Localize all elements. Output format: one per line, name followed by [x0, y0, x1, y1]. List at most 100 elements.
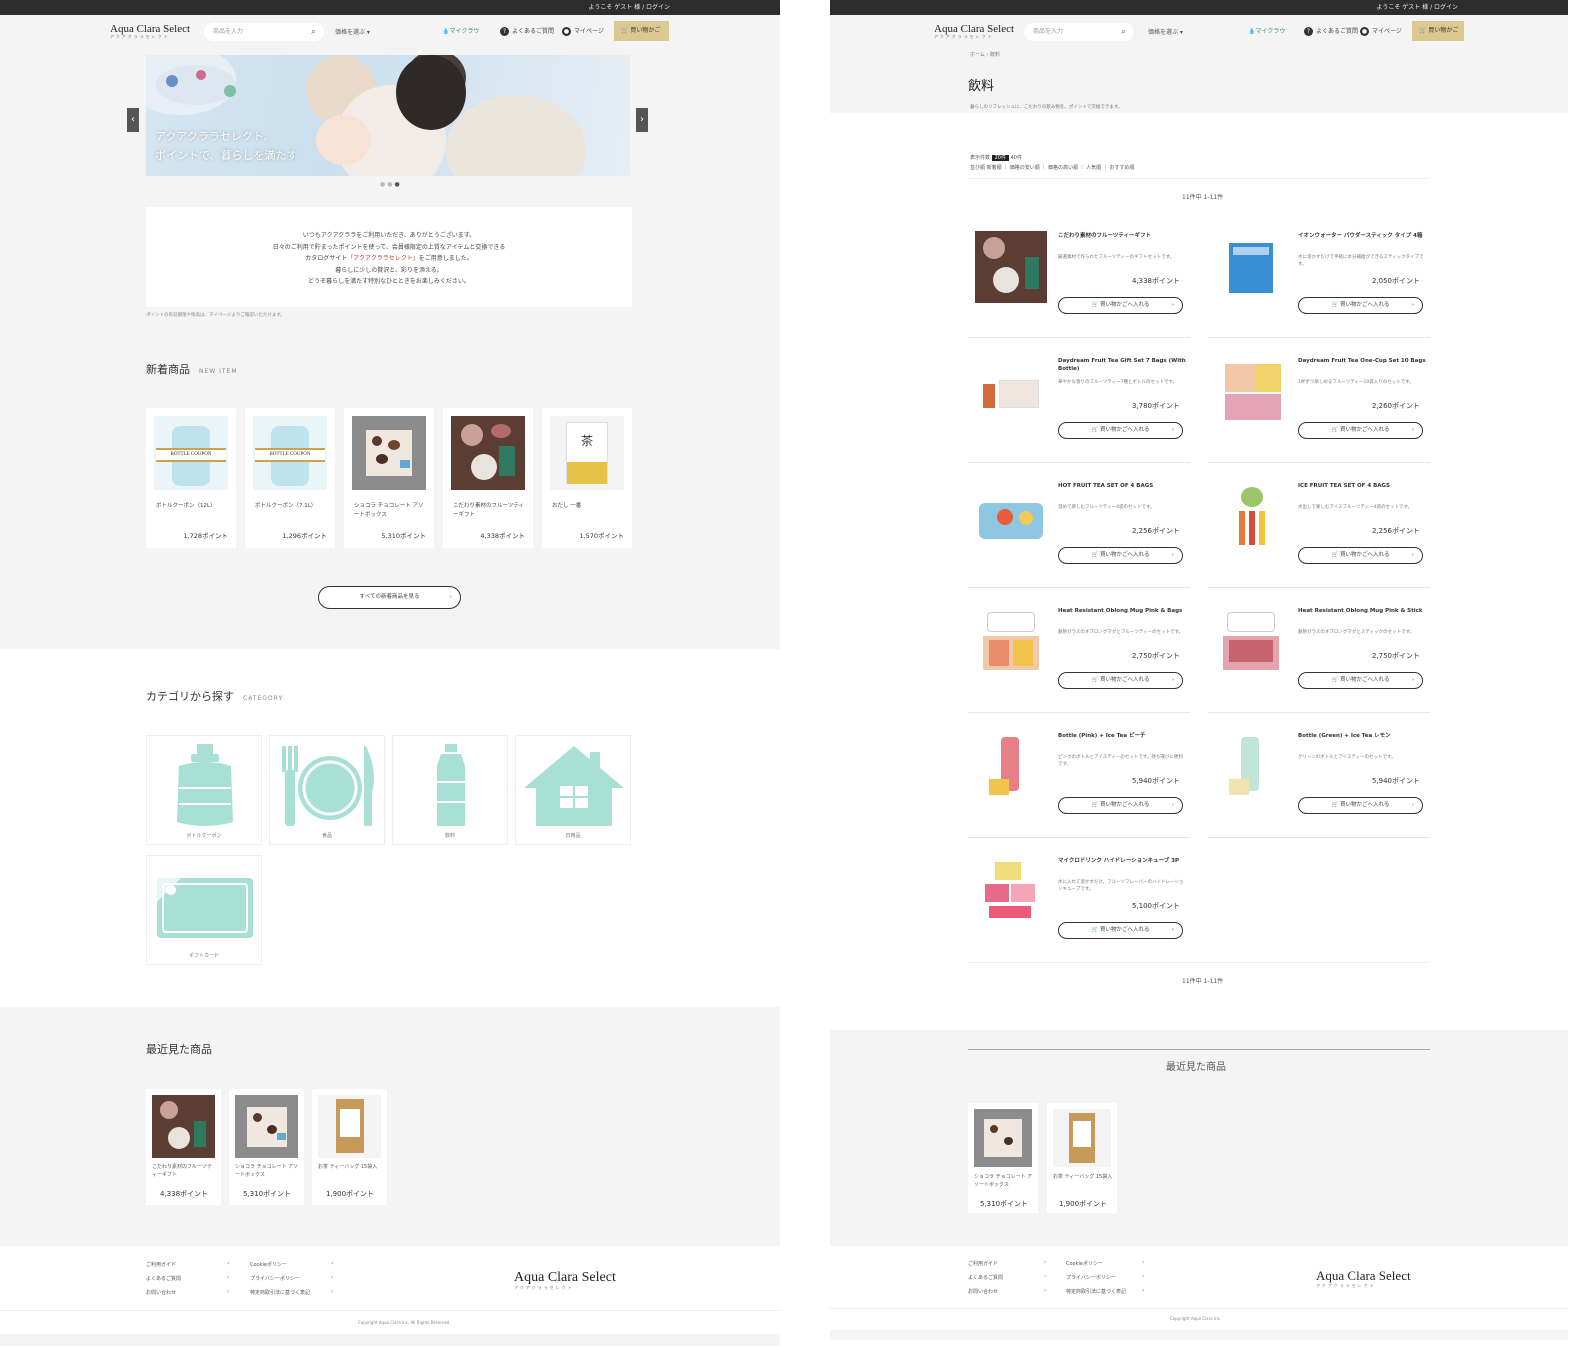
product-image[interactable] — [1215, 481, 1287, 553]
add-to-cart-button[interactable]: 🛒 買い物かごへ入れる › — [1058, 547, 1183, 564]
add-to-cart-button[interactable]: 🛒 買い物かごへ入れる › — [1058, 672, 1183, 689]
mypage-link[interactable]: ● マイページ — [562, 26, 604, 36]
footer-link[interactable]: 特定商取引法に基づく表記 — [1066, 1288, 1126, 1295]
footer-logo[interactable]: Aqua Clara Select アクアクララセレクト — [1316, 1268, 1411, 1289]
site-logo[interactable]: Aqua Clara Select アクアクララセレクト — [934, 23, 1014, 40]
footer-link[interactable]: 特定商取引法に基づく表記 — [250, 1289, 310, 1296]
my-point-link[interactable]: 💧マイクラウ — [1248, 26, 1285, 35]
mypage-link[interactable]: ● マイページ — [1360, 26, 1402, 36]
per-page-40-option[interactable]: 40件 — [1011, 155, 1022, 161]
product-image[interactable] — [1215, 731, 1287, 803]
product-name[interactable]: Heat Resistant Oblong Mug Pink & Stick — [1298, 607, 1426, 615]
category-drinks[interactable]: 飲料 — [392, 735, 508, 845]
product-card[interactable]: Heat Resistant Oblong Mug Pink & Stick 耐熱… — [1208, 600, 1430, 713]
product-card[interactable]: Daydream Fruit Tea One-Cup Set 10 Bags 1杯… — [1208, 350, 1430, 463]
footer-link[interactable]: プライバシーポリシー — [1066, 1274, 1116, 1281]
product-image[interactable] — [975, 481, 1047, 553]
sort-options[interactable]: 新着順 ｜ 価格の安い順 ｜ 価格の高い順 ｜ 人気順 ｜ おすすめ順 — [987, 165, 1135, 171]
add-to-cart-button[interactable]: 🛒 買い物かごへ入れる › — [1058, 797, 1183, 814]
per-page-20-option[interactable]: 20件 — [991, 155, 1009, 161]
slider-next-button[interactable]: › — [636, 108, 648, 132]
category-food[interactable]: 食品 — [269, 735, 385, 845]
category-gift-card[interactable]: ギフトカード — [146, 855, 262, 965]
product-image[interactable] — [1215, 231, 1287, 303]
search-input[interactable]: 商品を入力 ⌕ — [204, 23, 324, 41]
product-card[interactable]: こだわり素材のフルーツティーギフト 4,338ポイント — [443, 408, 533, 548]
search-input[interactable]: 商品を入力 ⌕ — [1024, 23, 1134, 41]
price-select[interactable]: 価格を選ぶ ▾ — [1148, 27, 1183, 36]
cart-icon: 🛒 — [1331, 427, 1341, 433]
view-all-new-items-button[interactable]: すべての新着商品を見る › — [318, 586, 461, 609]
footer-link[interactable]: ご利用ガイド — [146, 1261, 176, 1268]
footer-link[interactable]: プライバシーポリシー — [250, 1275, 300, 1282]
product-card[interactable]: ショコラ チョコレート アソートボックス 5,310ポイント — [344, 408, 434, 548]
footer-logo[interactable]: Aqua Clara Select アクアクララセレクト — [514, 1270, 616, 1291]
product-image[interactable] — [1215, 356, 1287, 428]
faq-link[interactable]: ? よくあるご質問 — [1304, 26, 1358, 36]
product-name[interactable]: Daydream Fruit Tea Gift Set 7 Bags (With… — [1058, 357, 1186, 373]
recent-item-card[interactable]: ショコラ チョコレート アソートボックス 5,310ポイント — [968, 1103, 1038, 1213]
slider-dots[interactable]: ●●● — [380, 181, 402, 188]
product-card[interactable]: BOTTLE COUPON ボトルクーポン（12L） 1,728ポイント — [146, 408, 236, 548]
recent-item-card[interactable]: お茶 ティーバッグ 15袋入 1,900ポイント — [312, 1089, 387, 1205]
product-card[interactable]: Daydream Fruit Tea Gift Set 7 Bags (With… — [968, 350, 1190, 463]
my-point-link[interactable]: 💧マイクラウ — [442, 26, 479, 35]
product-image[interactable] — [975, 606, 1047, 678]
add-to-cart-button[interactable]: 🛒 買い物かごへ入れる › — [1298, 547, 1423, 564]
footer-link[interactable]: よくあるご質問 — [146, 1275, 181, 1282]
add-to-cart-button[interactable]: 🛒 買い物かごへ入れる › — [1298, 297, 1423, 314]
footer-link[interactable]: お問い合わせ — [968, 1288, 998, 1295]
hero-banner[interactable]: アクアクララセレクト。 ポイントで、暮らしを満たす — [146, 55, 630, 176]
footer-link[interactable]: ご利用ガイド — [968, 1260, 998, 1267]
product-name[interactable]: Bottle (Pink) + Ice Tea ピーチ — [1058, 732, 1186, 740]
footer-link[interactable]: Cookieポリシー — [250, 1261, 287, 1268]
category-daily-goods[interactable]: 日用品 — [515, 735, 631, 845]
recent-item-card[interactable]: こだわり素材のフルーツティーギフト 4,338ポイント — [146, 1089, 221, 1205]
category-bottle-coupon[interactable]: ボトルクーポン — [146, 735, 262, 845]
product-card[interactable]: Bottle (Pink) + Ice Tea ピーチ ピンクのボトルとアイスティ… — [968, 725, 1190, 838]
product-card[interactable]: ICE FRUIT TEA SET OF 4 BAGS 水出しで楽しむアイスフルー… — [1208, 475, 1430, 588]
product-card[interactable]: Bottle (Green) + Ice Tea レモン グリーンのボトルとアイス… — [1208, 725, 1430, 838]
product-image[interactable] — [975, 856, 1047, 928]
price-select[interactable]: 価格を選ぶ ▾ — [335, 27, 370, 36]
product-card[interactable]: BOTTLE COUPON ボトルクーポン（7.1L） 1,296ポイント — [245, 408, 335, 548]
product-name[interactable]: HOT FRUIT TEA SET OF 4 BAGS — [1058, 482, 1186, 490]
product-name[interactable]: こだわり素材のフルーツティーギフト — [1058, 232, 1186, 240]
product-card[interactable]: マイクロドリンク ハイドレーションキューブ 3P 水に入れて溶かすだけ。フルーツフ… — [968, 850, 1190, 963]
breadcrumb[interactable]: ホーム › 飲料 — [970, 51, 1000, 58]
product-name[interactable]: Daydream Fruit Tea One-Cup Set 10 Bags — [1298, 357, 1426, 365]
product-card[interactable]: Heat Resistant Oblong Mug Pink & Bags 耐熱ガ… — [968, 600, 1190, 713]
cart-button[interactable]: 🛒 買い物かご — [614, 21, 669, 41]
add-to-cart-button[interactable]: 🛒 買い物かごへ入れる › — [1058, 922, 1183, 939]
product-image[interactable] — [975, 356, 1047, 428]
product-card[interactable]: 茶 おだし 一番 1,570ポイント — [542, 408, 632, 548]
product-card[interactable]: こだわり素材のフルーツティーギフト 厳選素材で作られたフルーツティーのギフトセット… — [968, 225, 1190, 338]
recent-item-card[interactable]: ショコラ チョコレート アソートボックス 5,310ポイント — [229, 1089, 304, 1205]
add-to-cart-button[interactable]: 🛒 買い物かごへ入れる › — [1298, 422, 1423, 439]
product-name[interactable]: Bottle (Green) + Ice Tea レモン — [1298, 732, 1426, 740]
add-to-cart-button[interactable]: 🛒 買い物かごへ入れる › — [1298, 797, 1423, 814]
cart-button[interactable]: 🛒 買い物かご — [1412, 21, 1464, 41]
footer-link[interactable]: よくあるご質問 — [968, 1274, 1003, 1281]
add-to-cart-button[interactable]: 🛒 買い物かごへ入れる › — [1058, 422, 1183, 439]
search-icon[interactable]: ⌕ — [1121, 23, 1126, 41]
footer-link[interactable]: お問い合わせ — [146, 1289, 176, 1296]
product-image[interactable] — [975, 231, 1047, 303]
product-name[interactable]: ICE FRUIT TEA SET OF 4 BAGS — [1298, 482, 1426, 490]
footer-link[interactable]: Cookieポリシー — [1066, 1260, 1103, 1267]
product-card[interactable]: HOT FRUIT TEA SET OF 4 BAGS 温めて楽しむフルーツティー… — [968, 475, 1190, 588]
search-icon[interactable]: ⌕ — [311, 23, 316, 41]
add-to-cart-button[interactable]: 🛒 買い物かごへ入れる › — [1058, 297, 1183, 314]
product-image[interactable] — [975, 731, 1047, 803]
site-logo[interactable]: Aqua Clara Select アクアクララセレクト — [110, 23, 190, 40]
recent-items-title: 最近見た商品 — [1166, 1062, 1226, 1073]
product-name[interactable]: マイクロドリンク ハイドレーションキューブ 3P — [1058, 857, 1186, 865]
add-to-cart-button[interactable]: 🛒 買い物かごへ入れる › — [1298, 672, 1423, 689]
recent-item-card[interactable]: お茶 ティーバッグ 15袋入 1,900ポイント — [1047, 1103, 1117, 1213]
product-name[interactable]: イオンウォーター パウダースティック タイプ 4箱 — [1298, 232, 1426, 240]
product-card[interactable]: イオンウォーター パウダースティック タイプ 4箱 水に溶かすだけで手軽に水分補給… — [1208, 225, 1430, 338]
slider-prev-button[interactable]: ‹ — [127, 108, 139, 132]
product-image[interactable] — [1215, 606, 1287, 678]
product-name[interactable]: Heat Resistant Oblong Mug Pink & Bags — [1058, 607, 1186, 615]
faq-link[interactable]: ? よくあるご質問 — [500, 26, 554, 36]
